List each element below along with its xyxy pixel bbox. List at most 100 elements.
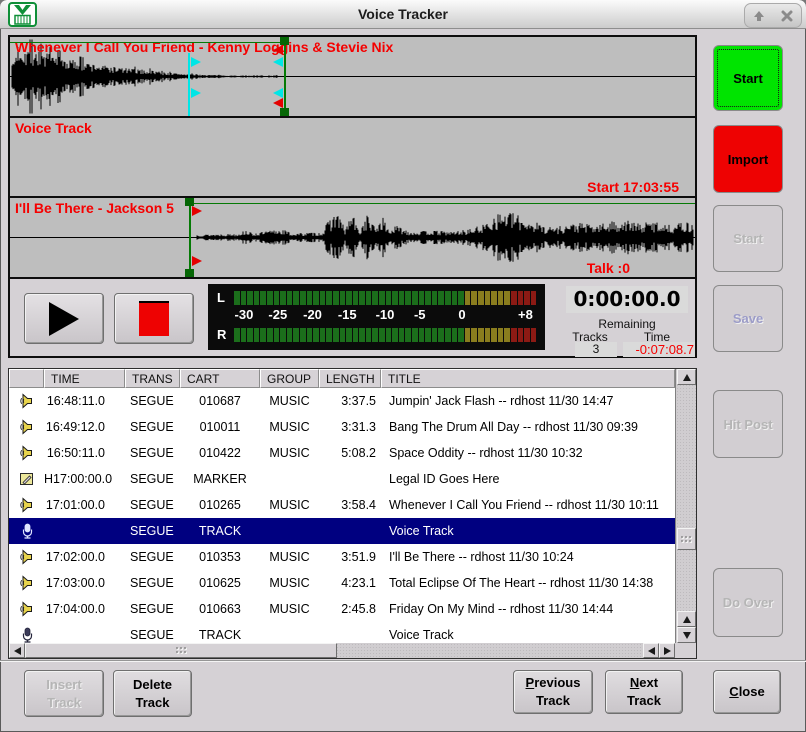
stop-button[interactable] — [114, 293, 194, 344]
cell-cart: TRACK — [180, 524, 260, 538]
meter-scale-tick: -10 — [376, 307, 395, 322]
meter-segment — [458, 328, 464, 342]
log-row[interactable]: SEGUETRACKVoice Track — [9, 622, 675, 643]
left-arrow-icon — [14, 647, 21, 655]
meter-segment — [465, 291, 471, 305]
cell-time: 16:48:11.0 — [44, 394, 125, 408]
scroll-right-button[interactable] — [659, 643, 675, 658]
start-marker-arrow[interactable] — [192, 256, 202, 266]
delete-track-button[interactable]: DeleteTrack — [113, 670, 192, 717]
fade-marker-arrow[interactable] — [273, 57, 283, 67]
start-recording-button[interactable]: Start — [713, 45, 783, 111]
event-type-icon — [9, 471, 44, 487]
meter-segment — [419, 328, 425, 342]
meter-segment — [392, 328, 398, 342]
shade-up-arrow-icon — [753, 10, 765, 22]
meter-segment — [287, 291, 293, 305]
talk-time-label: Talk :0 — [587, 260, 630, 276]
log-row[interactable]: 17:04:00.0SEGUE010663MUSIC2:45.8Friday O… — [9, 596, 675, 622]
waveform-track-voice[interactable]: Voice Track Start 17:03:55 — [10, 118, 695, 196]
scroll-left-button[interactable] — [643, 643, 659, 658]
meter-segment — [504, 291, 510, 305]
microphone-icon — [19, 523, 35, 539]
meter-scale-tick: -25 — [268, 307, 287, 322]
cell-title: Friday On My Mind -- rdhost 11/30 14:44 — [381, 602, 675, 616]
cell-cart: 010663 — [180, 602, 260, 616]
log-row-selected[interactable]: SEGUETRACKVoice Track — [9, 518, 675, 544]
insert-track-button[interactable]: InsertTrack — [24, 670, 104, 717]
start-secondary-button[interactable]: Start — [713, 205, 783, 272]
segue-marker-handle[interactable] — [280, 108, 289, 116]
start-marker-handle[interactable] — [185, 269, 194, 277]
column-header-title[interactable]: TITLE — [381, 369, 675, 388]
cell-title: Whenever I Call You Friend -- rdhost 11/… — [381, 498, 675, 512]
log-row[interactable]: 17:01:00.0SEGUE010265MUSIC3:58.4Whenever… — [9, 492, 675, 518]
log-row[interactable]: 17:03:00.0SEGUE010625MUSIC4:23.1Total Ec… — [9, 570, 675, 596]
scroll-left-button[interactable] — [9, 643, 25, 658]
fade-marker-arrow[interactable] — [191, 88, 201, 98]
segue-level-line — [189, 203, 695, 204]
scroll-up-button[interactable] — [677, 611, 696, 627]
scroll-up-button[interactable] — [677, 369, 696, 385]
vertical-scroll-thumb[interactable] — [677, 528, 696, 550]
meter-segment — [445, 328, 451, 342]
log-row[interactable]: 16:50:11.0SEGUE010422MUSIC5:08.2Space Od… — [9, 440, 675, 466]
cell-cart: 010353 — [180, 550, 260, 564]
close-window-button[interactable] — [773, 4, 801, 27]
scroll-down-button[interactable] — [677, 627, 696, 643]
fade-marker-arrow[interactable] — [191, 57, 201, 67]
end-marker-arrow[interactable] — [273, 45, 283, 55]
hit-post-button[interactable]: Hit Post — [713, 390, 783, 458]
horizontal-scrollbar[interactable] — [9, 643, 675, 658]
import-button[interactable]: Import — [713, 125, 783, 193]
speaker-icon — [19, 445, 35, 461]
segue-marker-line[interactable] — [284, 37, 286, 116]
start-marker-handle[interactable] — [185, 198, 194, 206]
meter-segment — [260, 328, 266, 342]
play-button[interactable] — [24, 293, 104, 344]
log-row[interactable]: 16:49:12.0SEGUE010011MUSIC3:31.3Bang The… — [9, 414, 675, 440]
meter-segment — [346, 291, 352, 305]
fade-marker-line[interactable] — [188, 53, 190, 116]
fade-marker-arrow[interactable] — [273, 88, 283, 98]
waveform-track-before[interactable]: Whenever I Call You Friend - Kenny Loggi… — [10, 37, 695, 116]
segue-marker-handle[interactable] — [280, 37, 289, 45]
marker-note-icon — [19, 471, 35, 487]
cell-time: 17:03:00.0 — [44, 576, 125, 590]
meter-segment — [471, 328, 477, 342]
shade-window-button[interactable] — [745, 4, 773, 27]
end-marker-arrow[interactable] — [273, 98, 283, 108]
cell-trans: SEGUE — [125, 576, 180, 590]
column-header-cart[interactable]: CART — [180, 369, 260, 388]
meter-scale-tick: +8 — [518, 307, 533, 322]
column-header-time[interactable]: TIME — [44, 369, 125, 388]
start-marker-line[interactable] — [189, 198, 191, 277]
segue-level-line — [10, 42, 285, 43]
horizontal-scroll-thumb[interactable] — [25, 643, 337, 658]
speaker-icon — [19, 419, 35, 435]
meter-segment — [471, 291, 477, 305]
meter-segment — [280, 328, 286, 342]
meter-scale-tick: -20 — [303, 307, 322, 322]
column-header-group[interactable]: GROUP — [260, 369, 319, 388]
waveform-track-after[interactable]: I'll Be There - Jackson 5 Talk :0 — [10, 198, 695, 277]
do-over-button[interactable]: Do Over — [713, 568, 783, 637]
log-row[interactable]: 16:48:11.0SEGUE010687MUSIC3:37.5Jumpin' … — [9, 388, 675, 414]
start-marker-arrow[interactable] — [192, 206, 202, 216]
column-header-trans[interactable]: TRANS — [125, 369, 180, 388]
next-track-button[interactable]: NextTrack — [605, 670, 683, 714]
log-row[interactable]: H17:00:00.0SEGUEMARKERLegal ID Goes Here — [9, 466, 675, 492]
column-header-icon[interactable] — [9, 369, 44, 388]
log-row[interactable]: 17:02:00.0SEGUE010353MUSIC3:51.9I'll Be … — [9, 544, 675, 570]
column-header-length[interactable]: LENGTH — [319, 369, 381, 388]
previous-track-button[interactable]: PreviousTrack — [513, 670, 593, 714]
elapsed-time-display: 0:00:00.0 — [566, 286, 688, 313]
vertical-scrollbar[interactable] — [675, 369, 696, 643]
close-button[interactable]: Close — [713, 670, 781, 714]
play-icon — [49, 302, 79, 336]
meter-segment — [531, 291, 537, 305]
meter-segment — [313, 328, 319, 342]
meter-segment — [372, 291, 378, 305]
save-button[interactable]: Save — [713, 285, 783, 352]
event-type-icon — [9, 523, 44, 539]
